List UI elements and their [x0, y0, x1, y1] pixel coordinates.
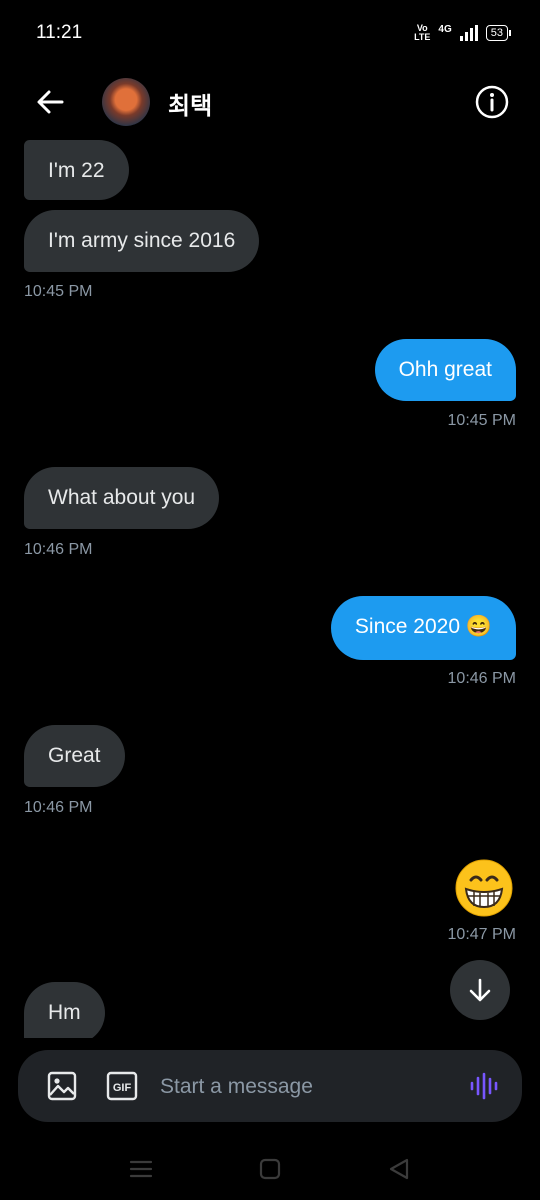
- scroll-to-bottom-button[interactable]: [450, 960, 510, 1020]
- message-bubble-received[interactable]: Hm: [24, 982, 105, 1038]
- message-composer: GIF: [18, 1050, 522, 1122]
- status-bar: 11:21 Vo LTE 4G 53: [0, 0, 540, 66]
- avatar[interactable]: [102, 78, 150, 126]
- status-icons: Vo LTE 4G 53: [414, 22, 512, 44]
- back-arrow-icon[interactable]: [34, 86, 66, 118]
- battery-icon: 53: [485, 25, 512, 41]
- home-icon[interactable]: [257, 1156, 283, 1182]
- grinning-face-emoji-icon[interactable]: [454, 858, 514, 918]
- message-bubble-received[interactable]: I'm army since 2016: [24, 210, 260, 272]
- info-icon[interactable]: [474, 84, 510, 120]
- message-list[interactable]: I'm 22 I'm army since 2016 10:45 PM Ohh …: [0, 140, 540, 1038]
- message-timestamp: 10:45 PM: [447, 412, 516, 429]
- message-timestamp: 10:46 PM: [447, 670, 516, 687]
- recent-apps-icon[interactable]: [128, 1156, 154, 1182]
- conversation-header: 최택: [0, 66, 540, 140]
- voice-waveform-icon[interactable]: [468, 1070, 500, 1102]
- back-nav-icon[interactable]: [386, 1156, 412, 1182]
- signal-icon: [459, 25, 478, 41]
- message-bubble-received[interactable]: What about you: [24, 467, 220, 529]
- message-bubble-received[interactable]: Great: [24, 725, 125, 787]
- image-icon[interactable]: [46, 1070, 78, 1102]
- message-input[interactable]: [158, 1068, 462, 1106]
- message-timestamp: 10:47 PM: [447, 926, 516, 943]
- message-bubble-sent[interactable]: Ohh great: [374, 339, 516, 401]
- volte-badge: Vo LTE: [414, 23, 431, 42]
- system-navigation-bar: [0, 1140, 540, 1200]
- message-timestamp: 10:46 PM: [24, 799, 93, 816]
- message-timestamp: 10:45 PM: [24, 283, 93, 300]
- contact-name[interactable]: 최택: [168, 86, 212, 121]
- gif-icon[interactable]: GIF: [106, 1070, 138, 1102]
- message-bubble-received[interactable]: I'm 22: [24, 140, 129, 200]
- arrow-down-icon: [469, 978, 491, 1002]
- svg-text:GIF: GIF: [113, 1082, 132, 1094]
- message-bubble-sent[interactable]: Since 2020 😄: [330, 596, 516, 660]
- status-time: 11:21: [36, 22, 83, 43]
- message-timestamp: 10:46 PM: [24, 541, 93, 558]
- network-type: 4G: [438, 23, 452, 35]
